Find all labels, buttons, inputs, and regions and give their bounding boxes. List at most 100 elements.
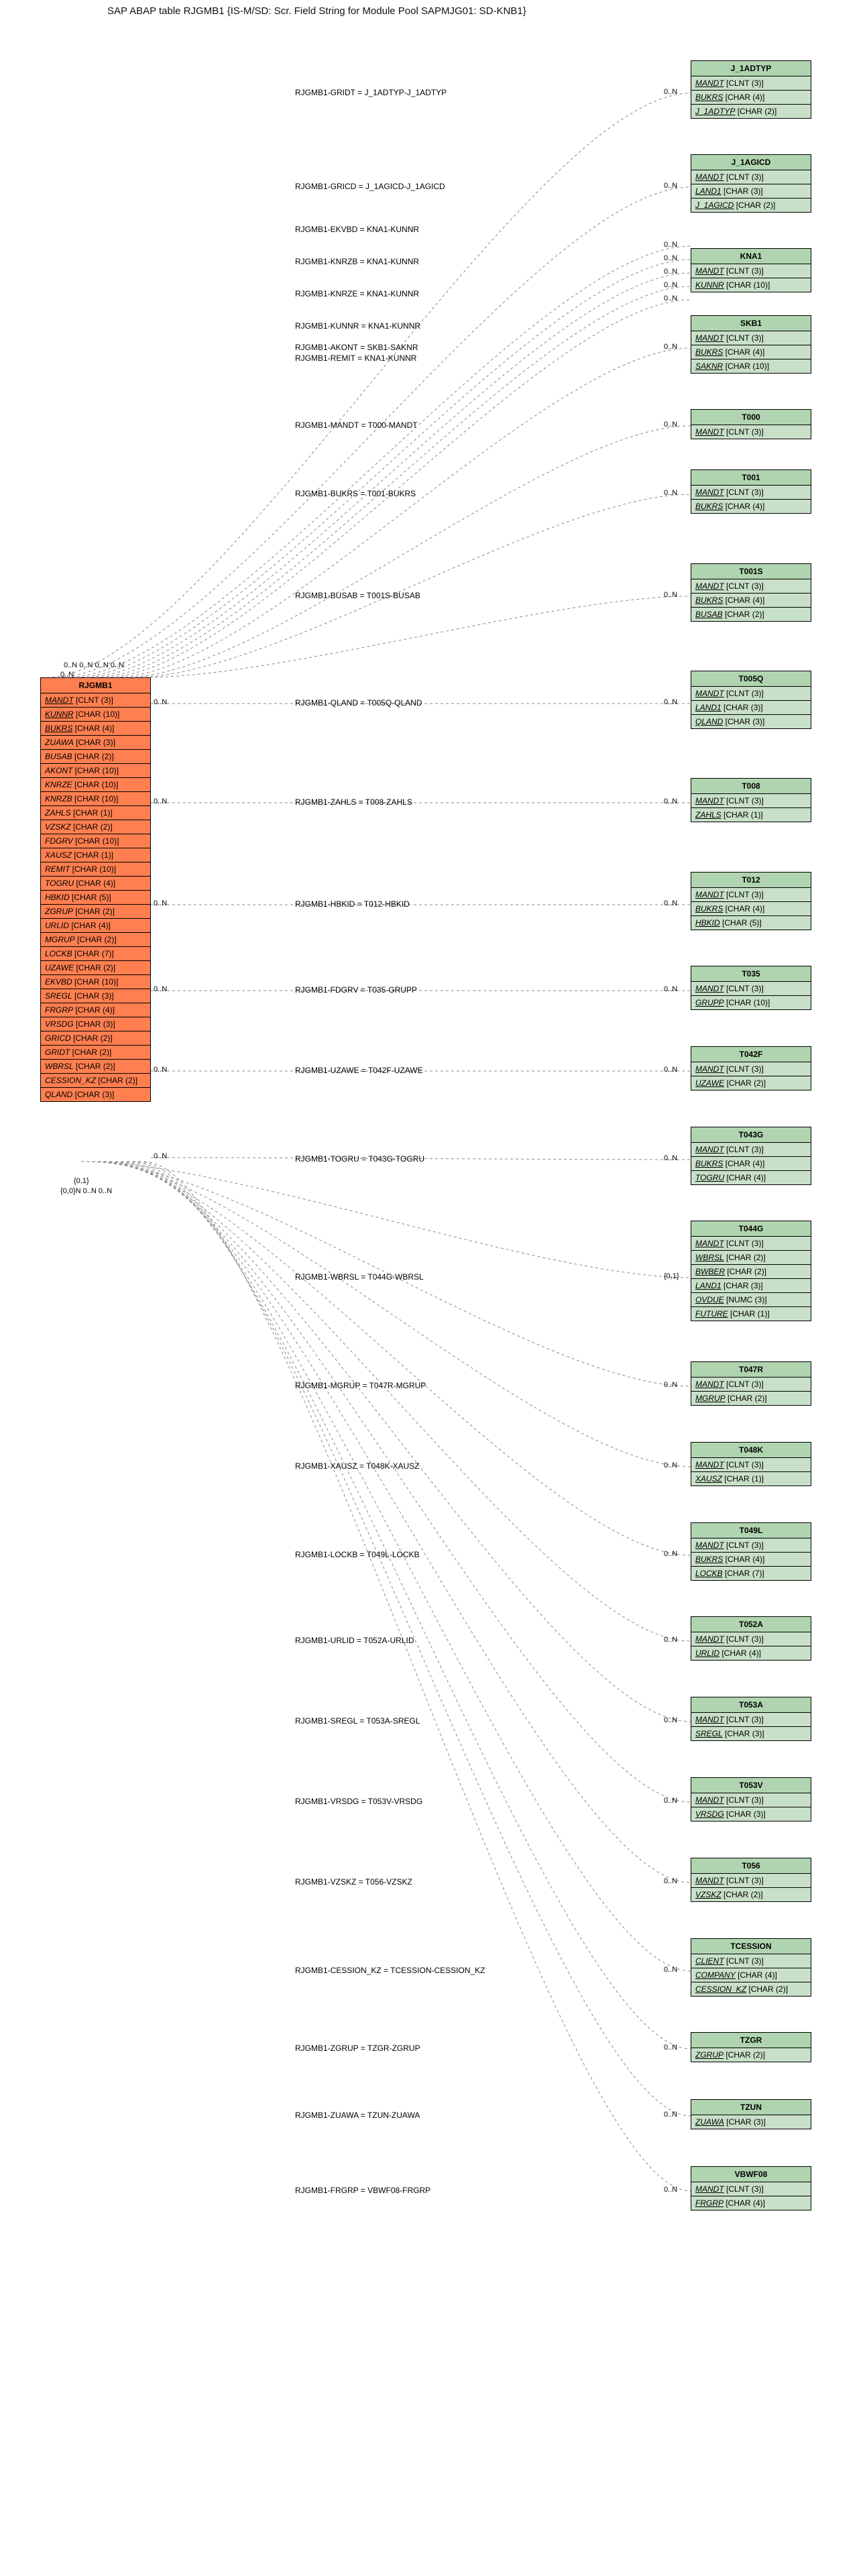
- field-row: WBRSL [CHAR (2)]: [691, 1251, 811, 1265]
- field-type: [CHAR (3)]: [723, 1729, 764, 1738]
- field-name: MANDT: [695, 890, 724, 899]
- field-name: COMPANY: [695, 1970, 736, 1980]
- entity-header: J_1AGICD: [691, 155, 811, 170]
- field-type: [NUMC (3)]: [724, 1295, 767, 1304]
- field-name: MANDT: [695, 1876, 724, 1885]
- field-type: [CHAR (4)]: [723, 904, 764, 913]
- cardinality-label: 0..N: [664, 1381, 677, 1389]
- field-name: GRIDT: [45, 1048, 70, 1057]
- field-row: BWBER [CHAR (2)]: [691, 1265, 811, 1279]
- entity-header: T052A: [691, 1617, 811, 1632]
- field-row: EKVBD [CHAR (10)]: [41, 975, 150, 989]
- field-name: BUKRS: [45, 724, 72, 733]
- cardinality-label: 0..N: [664, 591, 677, 599]
- field-row: MANDT [CLNT (3)]: [691, 1062, 811, 1076]
- field-row: MGRUP [CHAR (2)]: [691, 1392, 811, 1405]
- field-type: [CHAR (7)]: [723, 1569, 764, 1578]
- field-type: [CHAR (4)]: [72, 724, 114, 733]
- field-type: [CLNT (3)]: [724, 1145, 764, 1154]
- field-name: MANDT: [695, 2184, 724, 2194]
- edge-label: RJGMB1-GRIDT = J_1ADTYP-J_1ADTYP: [295, 88, 447, 97]
- field-type: [CHAR (4)]: [723, 1159, 764, 1168]
- field-name: BUSAB: [695, 610, 723, 619]
- field-row: URLID [CHAR (4)]: [691, 1646, 811, 1660]
- field-type: [CHAR (2)]: [725, 1267, 766, 1276]
- cardinality-label: 0..N: [664, 241, 677, 249]
- field-type: [CHAR (2)]: [721, 1890, 763, 1899]
- field-name: XAUSZ: [45, 850, 72, 860]
- field-name: UZAWE: [45, 963, 74, 972]
- entity-header: VBWF08: [691, 2167, 811, 2182]
- edge-label: RJGMB1-GRICD = J_1AGICD-J_1AGICD: [295, 182, 445, 191]
- page-title: SAP ABAP table RJGMB1 {IS-M/SD: Scr. Fie…: [107, 5, 526, 17]
- field-type: [CLNT (3)]: [724, 172, 764, 182]
- field-row: BUKRS [CHAR (4)]: [691, 1553, 811, 1567]
- entity-TZUN: TZUNZUAWA [CHAR (3)]: [691, 2099, 811, 2129]
- field-row: MANDT [CLNT (3)]: [691, 1458, 811, 1472]
- entity-header: RJGMB1: [41, 678, 150, 693]
- field-row: TOGRU [CHAR (4)]: [691, 1171, 811, 1184]
- field-type: [CHAR (10)]: [724, 998, 770, 1007]
- diagram-canvas: SAP ABAP table RJGMB1 {IS-M/SD: Scr. Fie…: [0, 0, 867, 2576]
- field-row: GRICD [CHAR (2)]: [41, 1031, 150, 1046]
- cardinality-label-near: 0..N: [154, 1152, 167, 1160]
- edge-label: RJGMB1-BUKRS = T001-BUKRS: [295, 489, 416, 498]
- field-row: ZUAWA [CHAR (3)]: [41, 736, 150, 750]
- entity-header: T008: [691, 779, 811, 794]
- field-name: FUTURE: [695, 1309, 728, 1319]
- entity-VBWF08: VBWF08MANDT [CLNT (3)]FRGRP [CHAR (4)]: [691, 2166, 811, 2210]
- field-name: XAUSZ: [695, 1474, 722, 1483]
- cardinality-label: 0..N: [664, 88, 677, 96]
- field-name: BUKRS: [695, 93, 723, 102]
- field-row: MANDT [CLNT (3)]: [691, 1874, 811, 1888]
- field-row: FRGRP [CHAR (4)]: [41, 1003, 150, 1017]
- field-type: [CHAR (2)]: [71, 1033, 113, 1043]
- cardinality-label: 0..N: [664, 1636, 677, 1644]
- field-name: VRSDG: [45, 1019, 74, 1029]
- field-name: KNRZE: [45, 780, 72, 789]
- entity-T049L: T049LMANDT [CLNT (3)]BUKRS [CHAR (4)]LOC…: [691, 1522, 811, 1581]
- field-name: MANDT: [695, 488, 724, 497]
- edge-label: RJGMB1-TOGRU = T043G-TOGRU: [295, 1154, 424, 1164]
- field-type: [CHAR (10)]: [73, 836, 119, 846]
- cardinality-cluster-top2: 0..N: [60, 671, 74, 679]
- entity-header: T001: [691, 470, 811, 486]
- field-name: LOCKB: [45, 949, 72, 958]
- field-type: [CHAR (4)]: [736, 1970, 777, 1980]
- field-row: KUNNR [CHAR (10)]: [691, 278, 811, 292]
- field-name: VRSDG: [695, 1809, 724, 1819]
- field-name: LAND1: [695, 703, 721, 712]
- entity-T001: T001MANDT [CLNT (3)]BUKRS [CHAR (4)]: [691, 469, 811, 514]
- field-row: BUKRS [CHAR (4)]: [41, 722, 150, 736]
- field-type: [CHAR (10)]: [723, 361, 769, 371]
- edge-label: RJGMB1-VRSDG = T053V-VRSDG: [295, 1797, 422, 1806]
- field-row: ZGRUP [CHAR (2)]: [691, 2048, 811, 2062]
- field-name: BUKRS: [695, 904, 723, 913]
- field-type: [CLNT (3)]: [724, 984, 764, 993]
- entity-T043G: T043GMANDT [CLNT (3)]BUKRS [CHAR (4)]TOG…: [691, 1127, 811, 1185]
- field-row: SREGL [CHAR (3)]: [41, 989, 150, 1003]
- field-type: [CHAR (4)]: [74, 879, 115, 888]
- edge-label: RJGMB1-ZAHLS = T008-ZAHLS: [295, 797, 412, 807]
- field-row: MANDT [CLNT (3)]: [691, 2182, 811, 2196]
- field-type: [CLNT (3)]: [724, 890, 764, 899]
- field-name: MANDT: [695, 1064, 724, 1074]
- field-type: [CHAR (5)]: [720, 918, 762, 928]
- field-type: [CHAR (2)]: [71, 822, 113, 832]
- edge-label: RJGMB1-MANDT = T000-MANDT: [295, 421, 418, 430]
- field-type: [CHAR (3)]: [721, 186, 763, 196]
- field-name: MANDT: [695, 1460, 724, 1469]
- field-name: VZSKZ: [45, 822, 71, 832]
- field-type: [CLNT (3)]: [724, 689, 764, 698]
- edge-label: RJGMB1-KNRZE = KNA1-KUNNR: [295, 289, 419, 298]
- field-type: [CHAR (5)]: [70, 893, 111, 902]
- field-name: CESSION_KZ: [695, 1984, 746, 1994]
- edge-label: RJGMB1-KUNNR = KNA1-KUNNR: [295, 321, 420, 331]
- entity-header: T053A: [691, 1697, 811, 1713]
- field-type: [CHAR (2)]: [724, 1078, 766, 1088]
- cardinality-label: 0..N: [664, 1066, 677, 1074]
- field-row: BUKRS [CHAR (4)]: [691, 91, 811, 105]
- edge-label: RJGMB1-CESSION_KZ = TCESSION-CESSION_KZ: [295, 1966, 485, 1975]
- entity-T042F: T042FMANDT [CLNT (3)]UZAWE [CHAR (2)]: [691, 1046, 811, 1090]
- field-row: MANDT [CLNT (3)]: [691, 794, 811, 808]
